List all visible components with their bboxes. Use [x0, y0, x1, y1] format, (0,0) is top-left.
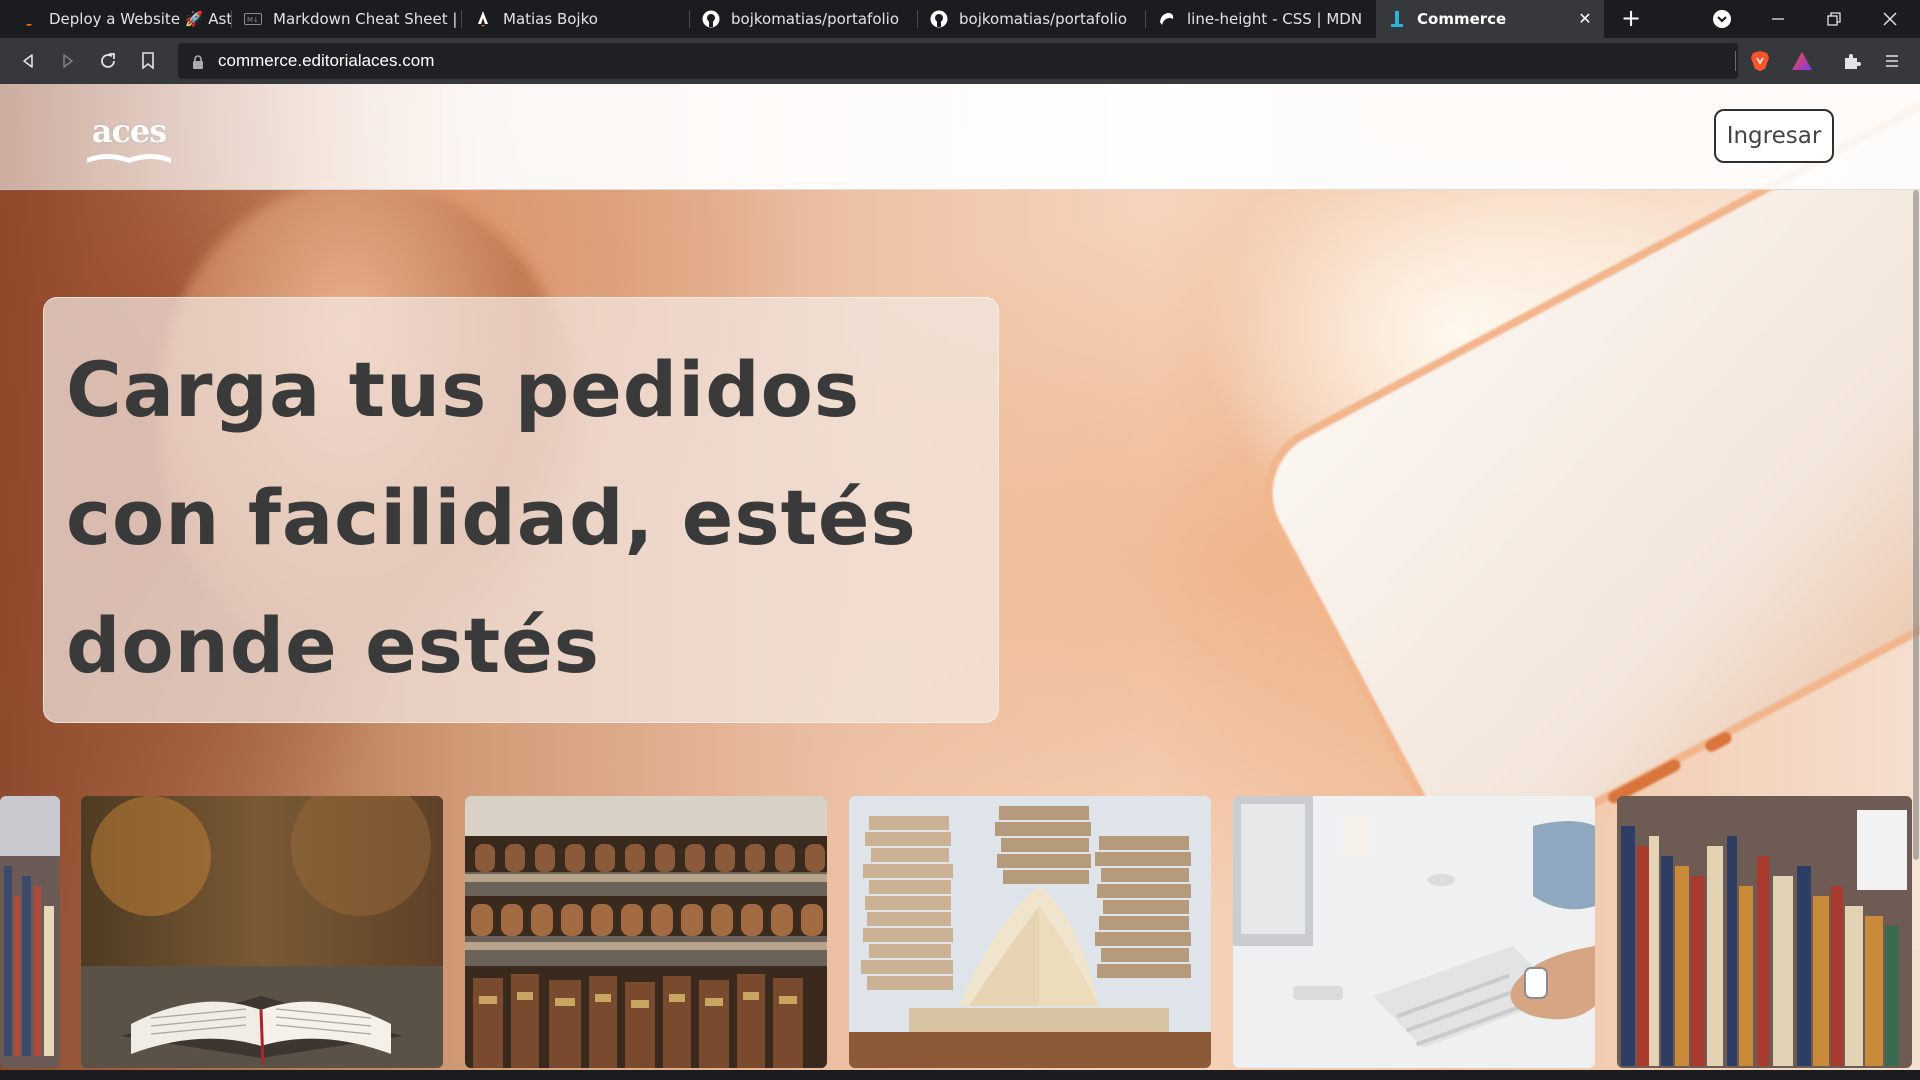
lock-icon[interactable]: [192, 54, 204, 73]
tab-commerce[interactable]: Commerce ✕: [1376, 0, 1604, 38]
astro-icon: [20, 10, 38, 28]
address-bar[interactable]: commerce.editorialaces.com: [178, 43, 1738, 79]
restore-icon: [1827, 12, 1841, 26]
minimize-button[interactable]: [1750, 0, 1806, 38]
tab-astro-deploy[interactable]: Deploy a Website 🚀 Astro: [8, 0, 232, 38]
brave-shields-button[interactable]: [1748, 49, 1772, 73]
hero-background-tablet: [1240, 84, 1920, 879]
url-text[interactable]: commerce.editorialaces.com: [218, 51, 434, 71]
hero-card: Carga tus pedidos con facilidad, estés d…: [43, 297, 999, 723]
scrollbar-thumb[interactable]: [1913, 190, 1919, 860]
carousel-image-old-shelves[interactable]: [465, 796, 827, 1068]
brave-rewards-button[interactable]: [1790, 49, 1814, 73]
brave-shield-icon: [1751, 51, 1769, 71]
tab-mdn-line-height[interactable]: line-height - CSS | MDN: [1146, 0, 1374, 38]
github-icon: [930, 10, 948, 28]
new-tab-button[interactable]: +: [1616, 4, 1646, 34]
tab-title: Matias Bojko: [503, 10, 598, 28]
tab-strip: Deploy a Website 🚀 Astro M↓ Markdown Che…: [0, 0, 1920, 38]
forward-button[interactable]: [54, 47, 82, 75]
tab-title: bojkomatias/portafolio: [731, 10, 900, 28]
reload-icon: [101, 53, 115, 68]
tab-title: bojkomatias/portafolio: [959, 10, 1128, 28]
markdown-icon: M↓: [244, 10, 262, 28]
page-viewport: aces Ingresar Carga tus pedidos con faci…: [0, 84, 1920, 1080]
commerce-icon: [1388, 10, 1406, 28]
carousel-image-bookstore[interactable]: [0, 796, 60, 1068]
hero-heading-line: con facilidad, estés: [66, 473, 917, 562]
hero-heading-line: donde estés: [66, 601, 601, 690]
mdn-icon: [1158, 10, 1176, 28]
bookmark-icon: [142, 52, 154, 70]
carousel-image-open-bible[interactable]: [81, 796, 443, 1068]
page-scrollbar[interactable]: [1912, 190, 1920, 950]
tab-markdown-cheatsheet[interactable]: M↓ Markdown Cheat Sheet | M: [232, 0, 462, 38]
svg-text:M↓: M↓: [247, 16, 259, 24]
browser-toolbar: commerce.editorialaces.com: [0, 38, 1920, 84]
restore-button[interactable]: [1806, 0, 1862, 38]
logo-text: aces: [91, 112, 168, 150]
tab-title: Deploy a Website 🚀 Astro: [49, 10, 232, 28]
carousel-image-book-stacks[interactable]: [1617, 796, 1912, 1068]
site-logo[interactable]: aces: [85, 112, 173, 166]
close-icon: [1883, 12, 1897, 26]
menu-button[interactable]: [1880, 49, 1904, 73]
tab-github-portafolio-2[interactable]: bojkomatias/portafolio: [918, 0, 1146, 38]
forward-icon: [63, 54, 73, 68]
close-window-button[interactable]: [1862, 0, 1918, 38]
photo-carousel[interactable]: [0, 796, 1912, 1070]
tab-matias-bojko[interactable]: Matias Bojko: [462, 0, 690, 38]
rewards-triangle-icon: [1792, 52, 1812, 70]
hamburger-menu-icon: [1886, 55, 1898, 67]
back-button[interactable]: [14, 47, 42, 75]
bookmark-button[interactable]: [134, 47, 162, 75]
tab-title: line-height - CSS | MDN: [1187, 10, 1363, 28]
tab-github-portafolio-1[interactable]: bojkomatias/portafolio: [690, 0, 918, 38]
reload-button[interactable]: [94, 47, 122, 75]
puzzle-icon: [1845, 54, 1861, 69]
site-navbar: aces Ingresar: [0, 84, 1920, 190]
close-tab-icon[interactable]: ✕: [1576, 10, 1594, 28]
minimize-icon: [1772, 18, 1784, 20]
tab-title: Markdown Cheat Sheet | M: [273, 10, 462, 28]
chevron-down-icon: [1713, 10, 1731, 28]
carousel-image-desk-keyboard[interactable]: [1233, 796, 1595, 1068]
github-icon: [702, 10, 720, 28]
hero-heading: Carga tus pedidos con facilidad, estés d…: [66, 326, 966, 710]
hero-heading-line: Carga tus pedidos: [66, 345, 861, 434]
back-icon: [23, 54, 33, 68]
tab-search-button[interactable]: [1694, 0, 1750, 38]
carousel-image-stacked-books[interactable]: [849, 796, 1211, 1068]
astro-logo-icon: [474, 10, 492, 28]
extensions-button[interactable]: [1840, 49, 1864, 73]
login-button[interactable]: Ingresar: [1714, 109, 1834, 163]
tab-title: Commerce: [1417, 10, 1507, 28]
